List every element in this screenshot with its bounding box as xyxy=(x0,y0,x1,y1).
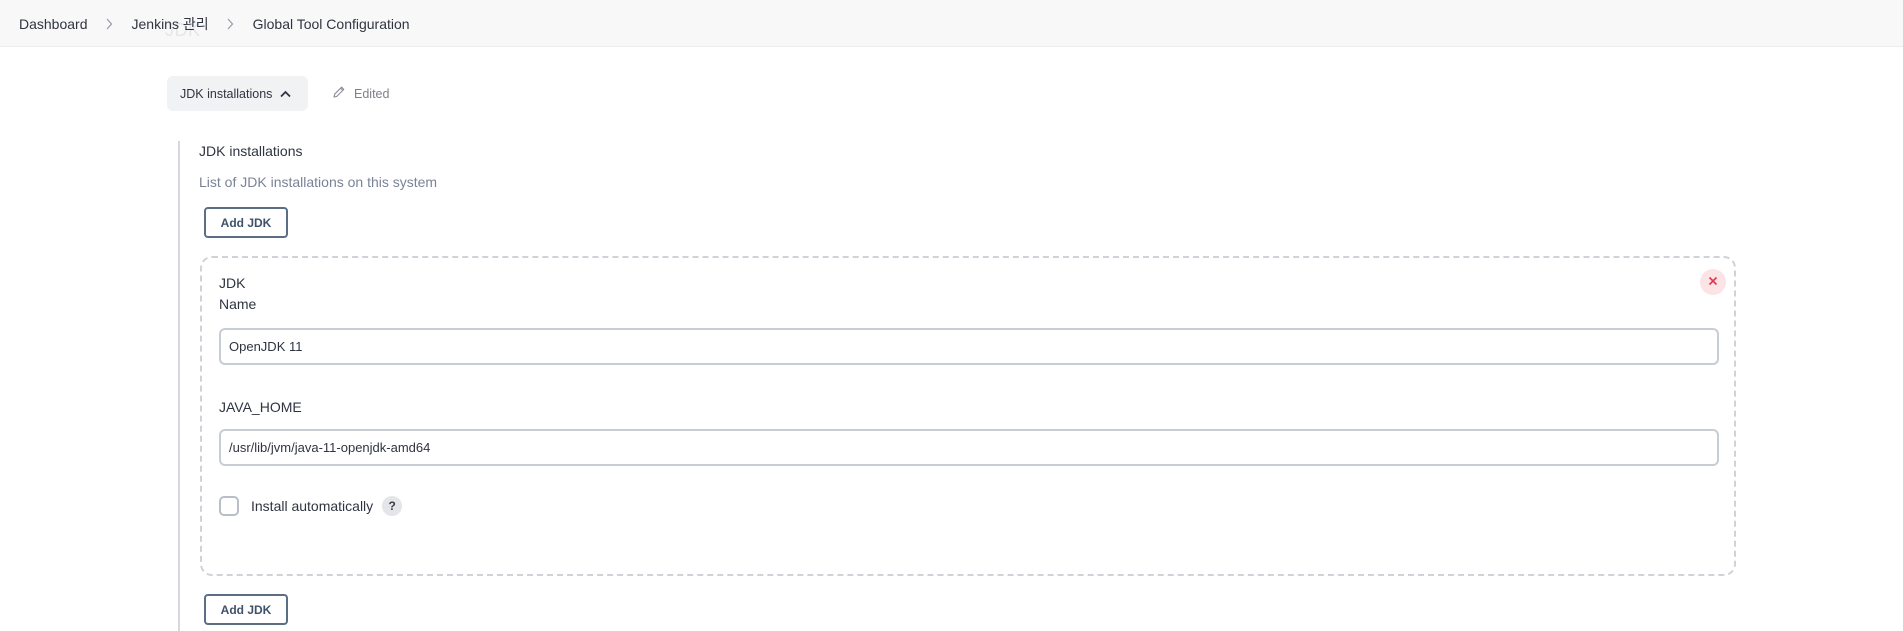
breadcrumb: Dashboard Jenkins 관리 Global Tool Configu… xyxy=(19,14,410,34)
install-automatically-label[interactable]: Install automatically xyxy=(251,498,373,514)
add-jdk-button-top[interactable]: Add JDK xyxy=(204,207,288,238)
chevron-right-icon xyxy=(103,18,115,30)
java-home-input[interactable] xyxy=(219,429,1719,466)
chevron-right-icon xyxy=(224,18,236,30)
install-automatically-row: Install automatically ? xyxy=(219,496,403,516)
jdk-installations-toggle[interactable]: JDK installations xyxy=(167,76,308,111)
breadcrumb-jenkins-manage[interactable]: Jenkins 관리 xyxy=(132,14,209,34)
jdk-card-title: JDK xyxy=(219,275,246,291)
toggle-label: JDK installations xyxy=(180,86,273,101)
section-title: JDK installations xyxy=(199,143,303,159)
jdk-entry-card: JDK Name JAVA_HOME Install automatically… xyxy=(200,256,1736,576)
close-icon xyxy=(1708,273,1718,291)
pencil-icon xyxy=(332,85,346,102)
jdk-name-input[interactable] xyxy=(219,328,1719,365)
install-automatically-checkbox[interactable] xyxy=(219,496,239,516)
breadcrumb-dashboard[interactable]: Dashboard xyxy=(19,16,88,32)
edited-indicator: Edited xyxy=(332,85,389,102)
section-description: List of JDK installations on this system xyxy=(199,174,438,190)
top-header: JDK Dashboard Jenkins 관리 Global Tool Con… xyxy=(0,0,1903,47)
java-home-label: JAVA_HOME xyxy=(219,399,302,415)
help-icon[interactable]: ? xyxy=(382,496,403,516)
delete-jdk-button[interactable] xyxy=(1700,269,1726,295)
add-jdk-button-bottom[interactable]: Add JDK xyxy=(204,594,288,625)
help-glyph: ? xyxy=(388,499,396,513)
edited-label: Edited xyxy=(354,86,390,101)
breadcrumb-global-tool-configuration[interactable]: Global Tool Configuration xyxy=(253,16,410,32)
chevron-up-icon xyxy=(280,87,292,101)
section-divider xyxy=(178,141,180,631)
name-label: Name xyxy=(219,296,257,312)
